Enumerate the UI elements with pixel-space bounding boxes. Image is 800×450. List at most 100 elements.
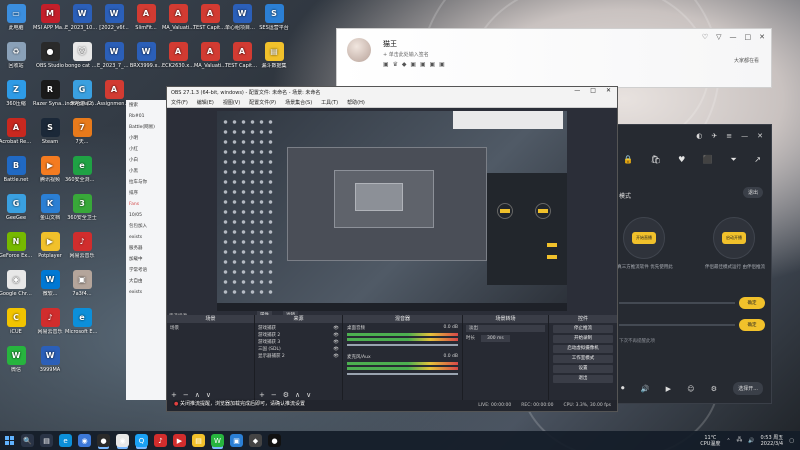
desktop-icon[interactable]: S Steam: [34, 118, 66, 155]
like-icon[interactable]: ♡: [702, 33, 708, 41]
chat-item[interactable]: exists: [126, 232, 167, 243]
desktop-icon[interactable]: W 微软...: [34, 270, 66, 307]
taskbar-app-icon[interactable]: 🔍: [21, 434, 34, 447]
remind-note[interactable]: 下次不再提醒此项: [619, 338, 655, 344]
desktop-icon[interactable]: G GeeGee: [0, 194, 32, 231]
scene-item[interactable]: 场景: [170, 325, 251, 332]
chat-item[interactable]: 小明: [126, 133, 167, 144]
confirm-button[interactable]: 确定: [739, 319, 765, 331]
desktop-icon[interactable]: A SlimFit...: [130, 4, 162, 41]
desktop-icon[interactable]: ♪ 网易云音乐: [66, 232, 98, 269]
companion-live-option[interactable]: 启动开播: [713, 217, 755, 259]
remove-icon[interactable]: −: [271, 391, 277, 399]
taskbar-app-icon[interactable]: ◉: [116, 434, 129, 447]
desktop-icon[interactable]: ▶ Potplayer: [34, 232, 66, 269]
minimize-button[interactable]: —: [730, 33, 737, 41]
chat-item[interactable]: 小白: [126, 155, 167, 166]
desktop-icon[interactable]: 7 7天...: [66, 118, 98, 155]
desktop-icon[interactable]: ♪ 网易云音乐: [34, 308, 66, 345]
heart-icon[interactable]: ♥: [678, 155, 685, 165]
theme-icon[interactable]: ◐: [696, 132, 702, 140]
desktop-icon[interactable]: M MSI APP Manager: [33, 4, 67, 41]
duration-input[interactable]: 300 ms: [481, 335, 510, 342]
avatar[interactable]: [347, 38, 371, 62]
desktop-icon[interactable]: ▣ 7a3f4...: [66, 270, 98, 307]
share-icon[interactable]: ↗: [754, 155, 761, 165]
chat-item[interactable]: 小黑: [126, 166, 167, 177]
visibility-icon[interactable]: 👁: [333, 325, 339, 332]
obs-preview-canvas[interactable]: [217, 111, 567, 311]
control-button[interactable]: 退出: [553, 375, 613, 383]
chat-item[interactable]: 排序: [126, 188, 167, 199]
menu-item[interactable]: 编辑(E): [197, 99, 214, 106]
confirm-button[interactable]: 确定: [739, 297, 765, 309]
menu-icon[interactable]: ≡: [726, 132, 732, 140]
close-button[interactable]: ✕: [759, 33, 765, 41]
taskbar-app-icon[interactable]: ♪: [154, 434, 167, 447]
dropdown-icon[interactable]: ▽: [716, 33, 721, 41]
minimize-button[interactable]: —: [574, 87, 580, 94]
visibility-icon[interactable]: 👁: [333, 339, 339, 346]
desktop-icon[interactable]: Z 360压缩: [0, 80, 32, 117]
desktop-icon[interactable]: ◉ Google Chrome: [0, 270, 33, 307]
start-live-option[interactable]: 开始直播: [623, 217, 665, 259]
desktop-icon[interactable]: CiCUE: [0, 308, 32, 345]
box-icon[interactable]: ⬛: [703, 155, 713, 165]
desktop-icon[interactable]: K 金山文档: [34, 194, 66, 231]
desktop-icon[interactable]: W E_2023_10_3...: [65, 4, 99, 41]
desktop-icon[interactable]: A MA_Valuati...: [162, 4, 194, 41]
menu-item[interactable]: 帮助(H): [347, 99, 365, 106]
desktop-icon[interactable]: W 单心组项目计划: [225, 4, 259, 41]
menu-item[interactable]: 文件(F): [171, 99, 188, 106]
taskbar-app-icon[interactable]: ◆: [249, 434, 262, 447]
source-item[interactable]: 三国 (SDL) 👁: [258, 346, 339, 353]
menu-item[interactable]: 配置文件(P): [249, 99, 276, 106]
taskbar-app-icon[interactable]: ▤: [40, 434, 53, 447]
taskbar-app-icon[interactable]: ▤: [192, 434, 205, 447]
desktop-icon[interactable]: ● OBS Studio: [34, 42, 66, 79]
desktop-icon[interactable]: N GeForce Experience: [0, 232, 33, 269]
minimize-button[interactable]: —: [741, 132, 748, 140]
desktop-icon[interactable]: ♻ 回收站: [0, 42, 32, 79]
desktop-icon[interactable]: W 3999MA: [34, 346, 66, 383]
taskbar-app-icon[interactable]: ◉: [78, 434, 91, 447]
desktop-icon[interactable]: G 米哈游 (2): [66, 80, 98, 117]
visibility-icon[interactable]: 👁: [333, 332, 339, 339]
taskbar-app-icon[interactable]: e: [59, 434, 72, 447]
chat-item[interactable]: Rb#01: [126, 111, 167, 122]
desktop-icon[interactable]: e Microsoft Edge: [65, 308, 99, 345]
up-icon[interactable]: ∧: [195, 391, 200, 399]
chat-item[interactable]: 学常考语: [126, 265, 167, 276]
share-icon[interactable]: ✈: [711, 132, 717, 140]
menu-item[interactable]: 场景集合(S): [285, 99, 312, 106]
taskbar-app-icon[interactable]: W: [211, 434, 224, 447]
volume-icon[interactable]: 🔊: [748, 438, 754, 444]
desktop-icon[interactable]: e 360安全浏览器: [65, 156, 99, 193]
volume-slider[interactable]: [347, 373, 458, 375]
discover-label[interactable]: 大家都在看: [734, 57, 759, 64]
chat-item[interactable]: 拉车与你: [126, 177, 167, 188]
control-button[interactable]: 工作室模式: [553, 355, 613, 363]
close-button[interactable]: ✕: [606, 87, 611, 94]
chat-item[interactable]: 小红: [126, 144, 167, 155]
control-button[interactable]: 开始录制: [553, 335, 613, 343]
desktop-icon[interactable]: A ECK2630.x...: [162, 42, 194, 79]
start-button[interactable]: 选择开...: [733, 382, 763, 395]
gear-icon[interactable]: ⚙: [711, 385, 717, 393]
chat-item[interactable]: 10/05: [126, 210, 167, 221]
chat-item[interactable]: 服务器: [126, 243, 167, 254]
control-button[interactable]: 停止推流: [553, 325, 613, 333]
add-icon[interactable]: +: [171, 391, 177, 399]
down-icon[interactable]: ∨: [306, 391, 311, 399]
source-item[interactable]: 显示器捕获 2 👁: [258, 353, 339, 360]
visibility-icon[interactable]: 👁: [333, 353, 339, 360]
desktop-icon[interactable]: ▤ 漏斗数据集: [258, 42, 290, 79]
chat-item[interactable]: exists: [126, 287, 167, 298]
desktop-icon[interactable]: W E_2023_7_2_H...: [97, 42, 131, 79]
lock-icon[interactable]: 🔒: [623, 155, 633, 165]
shop-icon[interactable]: 🛍: [650, 155, 660, 165]
profile-signature[interactable]: + 单击此处输入签名: [383, 51, 429, 58]
desktop-icon[interactable]: A TEST Capital Budgeting...: [225, 42, 259, 79]
record-icon[interactable]: ⏺: [621, 384, 625, 393]
desktop-icon[interactable]: B Battle.net: [0, 156, 32, 193]
